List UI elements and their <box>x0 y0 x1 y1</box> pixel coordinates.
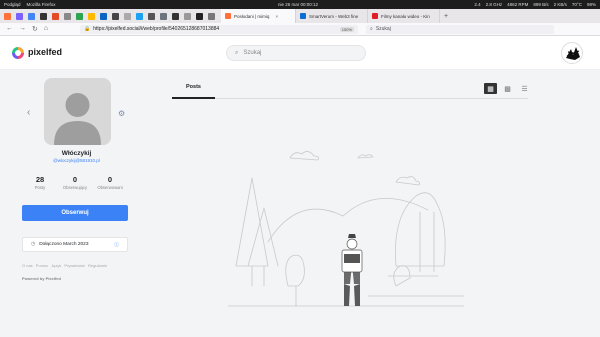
stat-label: Posty <box>34 185 46 190</box>
pinned-tab-icon[interactable] <box>52 12 59 20</box>
pinned-tab-icon[interactable] <box>16 12 23 20</box>
pinned-tab-icon[interactable] <box>100 12 107 20</box>
browser-tab[interactable]: Filmy kanału wideo - Kin <box>368 9 440 23</box>
tab-underline <box>172 97 528 99</box>
pinned-tabs <box>0 12 215 20</box>
tab-title: Posłodani | mimiq <box>234 13 270 19</box>
stat-label: Obserwowani <box>97 185 123 190</box>
chevron-left-icon[interactable]: ‹ <box>27 107 30 118</box>
status-cpu-freq: 2.8 GHz <box>485 2 503 7</box>
tab-favicon-icon <box>300 13 306 19</box>
gear-icon[interactable]: ⚙ <box>118 109 125 118</box>
tiles-view-icon[interactable]: ▩ <box>501 83 514 94</box>
tab-title: Filmy kanału wideo - Kin <box>381 13 430 19</box>
pinned-tab-icon[interactable] <box>40 12 47 20</box>
home-icon[interactable]: ⌂ <box>44 25 48 33</box>
status-battery: 98% <box>586 2 596 7</box>
joined-label: Dołączono March 2023 <box>39 242 89 247</box>
site-search-placeholder: Szukaj <box>243 50 262 56</box>
tab-favicon-icon <box>225 13 231 19</box>
system-clock[interactable]: nie 26 mar 00:00:12 <box>278 2 318 7</box>
pinned-tab-icon[interactable] <box>136 12 143 20</box>
back-icon[interactable]: ← <box>6 25 13 33</box>
active-app: Mozilla Firefox <box>26 2 56 7</box>
stat-value: 28 <box>35 175 45 184</box>
pinned-tab-icon[interactable] <box>148 12 155 20</box>
zoom-level[interactable]: 150% <box>339 26 354 32</box>
joined-card: ◷ Dołączono March 2023 ⓘ <box>22 237 128 252</box>
tab-title: SmartVerum - Web3 fine <box>309 13 359 19</box>
profile-sidebar: ‹ ⚙ Włóczykij @wloczykij@581910.pl 28 Po… <box>0 70 150 337</box>
pinned-tab-icon[interactable] <box>76 12 83 20</box>
search-icon: ⌕ <box>235 49 239 56</box>
forward-icon[interactable]: → <box>19 25 26 33</box>
status-net-down: 899 B/s <box>533 2 549 7</box>
browser-search-input[interactable]: ⌕ Szukaj <box>366 24 554 34</box>
footer-link-terms[interactable]: Regulamin <box>88 263 107 268</box>
system-menu[interactable]: Podgląd <box>4 2 21 7</box>
view-switcher: ▦ ▩ ☰ <box>484 83 531 94</box>
tab-close-icon[interactable]: × <box>275 14 278 19</box>
stat-posts[interactable]: 28 Posty <box>20 175 60 190</box>
browser-toolbar: ← → ↻ ⌂ 🔒 https://pixelfed.social/i/web/… <box>0 23 600 36</box>
new-tab-button[interactable]: + <box>440 13 452 20</box>
profile-name: Włóczykij <box>61 150 92 157</box>
profile-handle[interactable]: @wloczykij@581910.pl <box>0 158 153 163</box>
pinned-tab-icon[interactable] <box>112 12 119 20</box>
stat-value: 0 <box>107 175 113 184</box>
pinned-tab-icon[interactable] <box>124 12 131 20</box>
site-brand[interactable]: pixelfed <box>28 47 62 57</box>
tab-favicon-icon <box>372 13 378 19</box>
footer-link-help[interactable]: Pomoc <box>36 263 48 268</box>
browser-tab-bar: Posłodani | mimiq × SmartVerum - Web3 fi… <box>0 9 600 23</box>
site-header: pixelfed ⌕ Szukaj <box>0 36 600 70</box>
address-url: https://pixelfed.social/i/web/profile/54… <box>93 26 220 32</box>
info-icon[interactable]: ⓘ <box>114 241 119 248</box>
footer-links: O nas Pomoc Język Prywatność Regulamin <box>22 263 107 268</box>
pinned-tab-icon[interactable] <box>160 12 167 20</box>
pinned-tab-icon[interactable] <box>28 12 35 20</box>
follow-button[interactable]: Obserwuj <box>22 205 128 221</box>
lock-icon: 🔒 <box>84 26 91 32</box>
browser-tab[interactable]: SmartVerum - Web3 fine <box>296 9 368 23</box>
browser-tab[interactable]: Posłodani | mimiq × <box>221 9 296 23</box>
pinned-tab-icon[interactable] <box>184 12 191 20</box>
status-temp: 70°C <box>571 2 582 7</box>
pinned-tab-icon[interactable] <box>196 12 203 20</box>
pinned-tab-icon[interactable] <box>208 12 215 20</box>
pinned-tab-icon[interactable] <box>4 12 11 20</box>
pinned-tab-icon[interactable] <box>172 12 179 20</box>
grid-view-icon[interactable]: ▦ <box>484 83 497 94</box>
tab-posts[interactable]: Posts <box>172 84 215 90</box>
profile-avatar <box>44 78 111 145</box>
user-avatar[interactable] <box>561 42 583 64</box>
footer-link-privacy[interactable]: Prywatność <box>64 263 85 268</box>
footer-link-about[interactable]: O nas <box>22 263 33 268</box>
stat-value: 0 <box>72 175 78 184</box>
list-view-icon[interactable]: ☰ <box>518 83 531 94</box>
stat-followers[interactable]: 0 Obserwujący <box>55 175 95 190</box>
empty-state-illustration <box>228 151 464 307</box>
calendar-icon: ◷ <box>31 242 36 247</box>
stat-following[interactable]: 0 Obserwowani <box>90 175 130 190</box>
powered-by[interactable]: Powered by Pixelfed <box>22 276 61 281</box>
footer-link-language[interactable]: Język <box>51 263 61 268</box>
pixelfed-logo-icon[interactable] <box>12 47 24 59</box>
status-fan: 4862 RPM <box>507 2 529 7</box>
pinned-tab-icon[interactable] <box>88 12 95 20</box>
browser-search-placeholder: Szukaj <box>375 26 391 32</box>
pinned-tab-icon[interactable] <box>64 12 71 20</box>
stat-label: Obserwujący <box>62 185 88 190</box>
reload-icon[interactable]: ↻ <box>32 25 38 33</box>
system-top-bar: Podgląd Mozilla Firefox nie 26 mar 00:00… <box>0 0 600 9</box>
hiker-figure <box>341 234 363 306</box>
status-cpu-load: 2.4 <box>474 2 481 7</box>
search-icon: ⌕ <box>370 26 373 32</box>
status-net-up: 2 KB/s <box>553 2 567 7</box>
site-search-input[interactable]: ⌕ Szukaj <box>226 45 366 61</box>
address-bar[interactable]: 🔒 https://pixelfed.social/i/web/profile/… <box>80 24 358 34</box>
